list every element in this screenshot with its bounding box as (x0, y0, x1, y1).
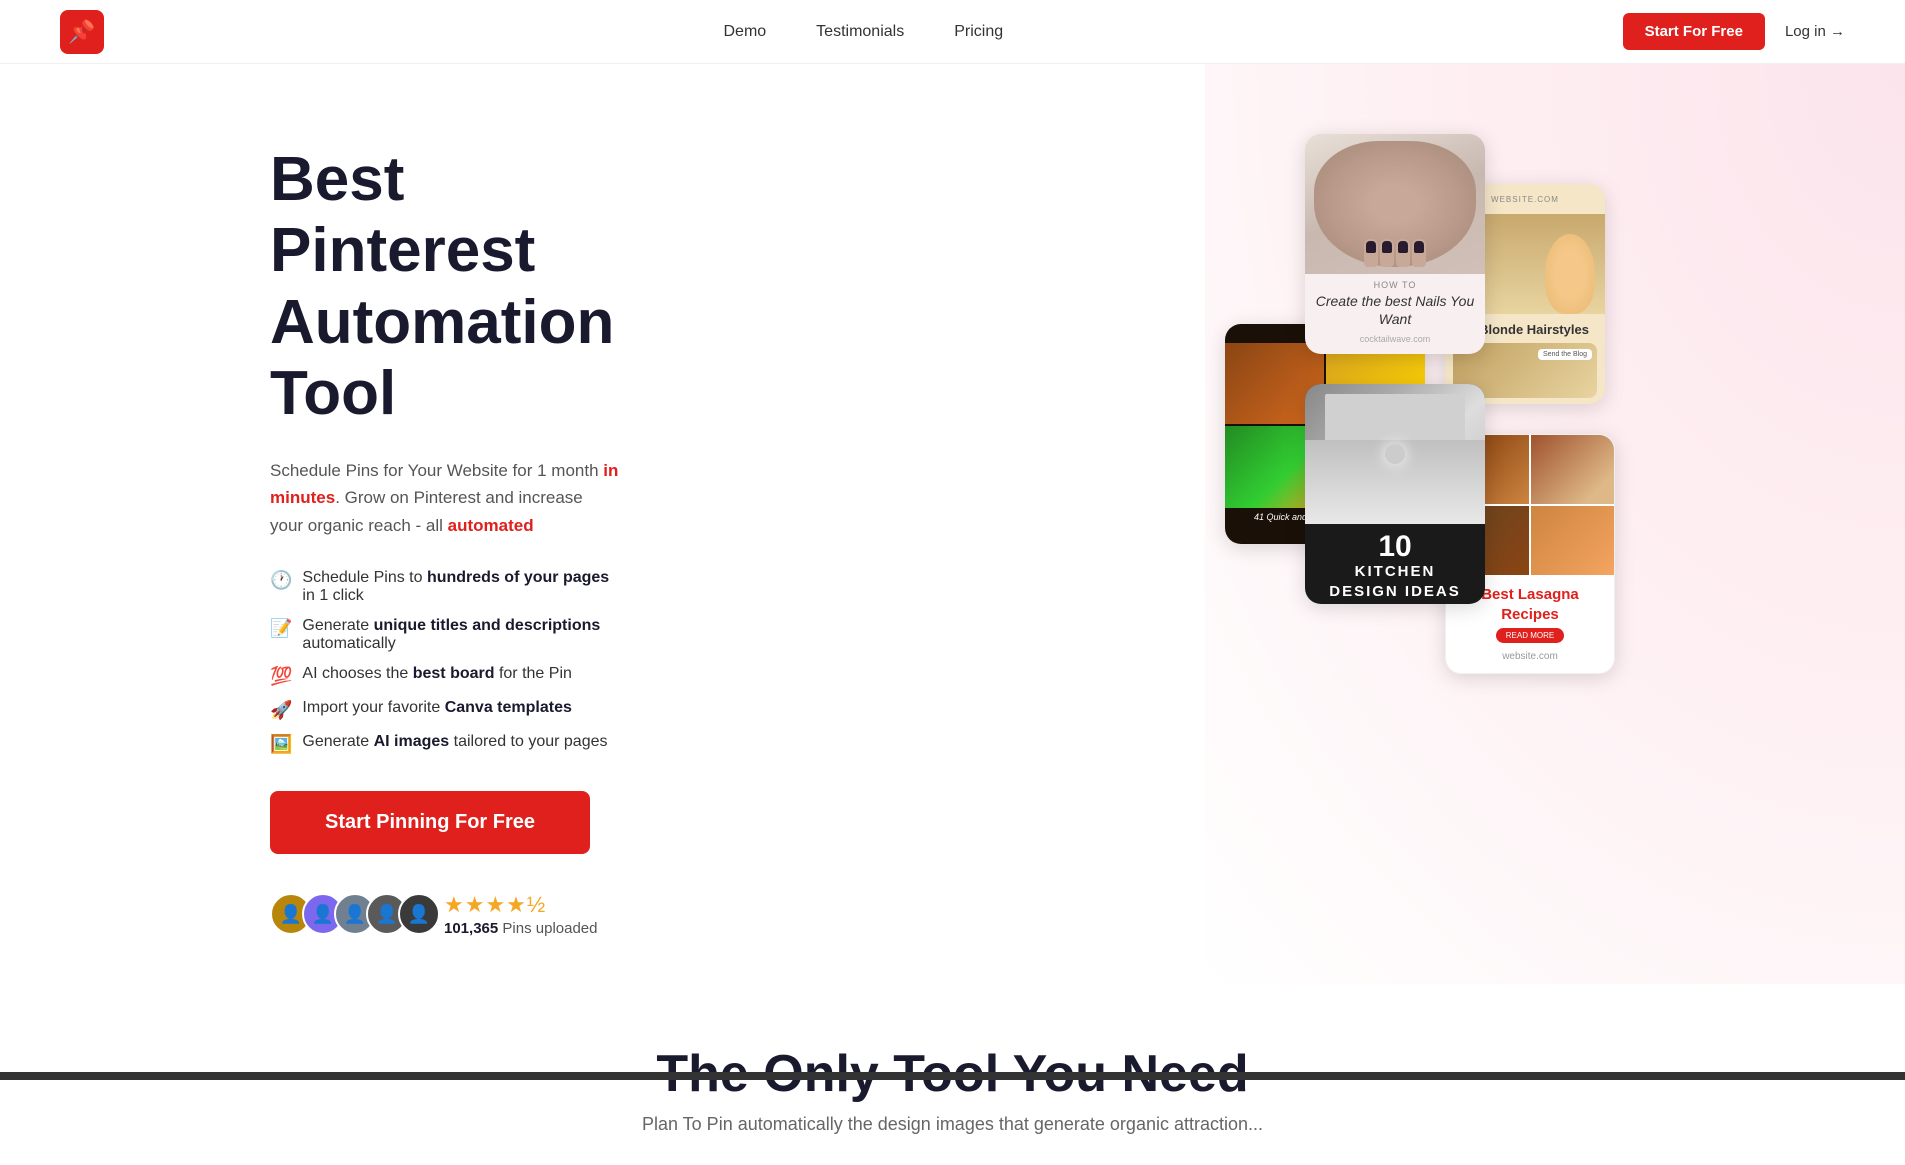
only-tool-subtitle: Plan To Pin automatically the design ima… (0, 1114, 1905, 1135)
nails-website: cocktailwave.com (1305, 328, 1485, 348)
nail-tip-2 (1382, 241, 1392, 253)
nail-finger-2 (1380, 239, 1394, 267)
nav-start-button[interactable]: Start For Free (1623, 13, 1765, 50)
nav-login-button[interactable]: Log in → (1785, 23, 1845, 40)
kitchen-number: 10 (1305, 524, 1485, 562)
nails-hands (1314, 141, 1476, 267)
lasagna-cell-4 (1531, 506, 1614, 575)
pin-card-kitchen: 10 KITCHEN DESIGN IDEAS (1305, 384, 1485, 604)
lasagna-website: website.com (1446, 651, 1614, 668)
social-proof: 👤 👤 👤 👤 👤 ★★★★½ 101,365 Pins uploaded (270, 892, 620, 937)
kitchen-title: KITCHEN DESIGN IDEAS (1305, 562, 1485, 601)
chat-bubble: Send the Blog (1538, 349, 1592, 360)
hero-cta-button[interactable]: Start Pinning For Free (270, 791, 590, 854)
feature-3: 💯 AI chooses the best board for the Pin (270, 665, 620, 687)
blonde-face (1545, 234, 1595, 314)
nav-links: Demo Testimonials Pricing (723, 23, 1003, 41)
hero-title: Best Pinterest Automation Tool (270, 144, 620, 429)
image-icon: 🖼️ (270, 734, 292, 755)
nav-pricing[interactable]: Pricing (954, 23, 1003, 41)
pin-card-nails: How to Create the best Nails You Want co… (1305, 134, 1485, 354)
nail-tip-4 (1414, 241, 1424, 253)
logo[interactable]: 📌 (60, 10, 104, 54)
kitchen-light (1385, 444, 1405, 464)
pins-count: 101,365 Pins uploaded (444, 920, 597, 937)
nail-finger-1 (1364, 239, 1378, 267)
avatar-5: 👤 (398, 893, 440, 935)
nav-actions: Start For Free Log in → (1623, 13, 1845, 50)
bottom-bar (0, 1072, 1905, 1080)
nails-title: Create the best Nails You Want (1305, 292, 1485, 328)
nail-finger-4 (1412, 239, 1426, 267)
nav-demo[interactable]: Demo (723, 23, 766, 41)
hero-text: Best Pinterest Automation Tool Schedule … (0, 64, 620, 937)
nail-tip-3 (1398, 241, 1408, 253)
feature-1: 🕐 Schedule Pins to hundreds of your page… (270, 569, 620, 605)
nails-how-to: How to (1305, 274, 1485, 292)
feature-5: 🖼️ Generate AI images tailored to your p… (270, 733, 620, 755)
features-list: 🕐 Schedule Pins to hundreds of your page… (270, 569, 620, 755)
lasagna-read-more[interactable]: READ MORE (1496, 628, 1564, 643)
nails-image (1305, 134, 1485, 274)
kitchen-image (1305, 384, 1485, 524)
lasagna-cell-2 (1531, 435, 1614, 504)
hundred-icon: 💯 (270, 666, 292, 687)
rocket-icon: 🚀 (270, 700, 292, 721)
hero-section: Best Pinterest Automation Tool Schedule … (0, 64, 1905, 984)
hero-subtitle: Schedule Pins for Your Website for 1 mon… (270, 457, 620, 539)
pencil-icon: 📝 (270, 618, 292, 639)
avatars: 👤 👤 👤 👤 👤 (270, 893, 430, 935)
feature-2: 📝 Generate unique titles and description… (270, 617, 620, 653)
nail-finger-3 (1396, 239, 1410, 267)
pin-cards-area: 41 Quick and Easy Sweet Cocktails WEBSIT… (1005, 124, 1905, 874)
logo-icon: 📌 (68, 19, 95, 45)
clock-icon: 🕐 (270, 570, 292, 591)
rating: ★★★★½ 101,365 Pins uploaded (444, 892, 597, 937)
nav-testimonials[interactable]: Testimonials (816, 23, 904, 41)
stars: ★★★★½ (444, 892, 597, 918)
navbar: 📌 Demo Testimonials Pricing Start For Fr… (0, 0, 1905, 64)
feature-4: 🚀 Import your favorite Canva templates (270, 699, 620, 721)
nail-tip-1 (1366, 241, 1376, 253)
